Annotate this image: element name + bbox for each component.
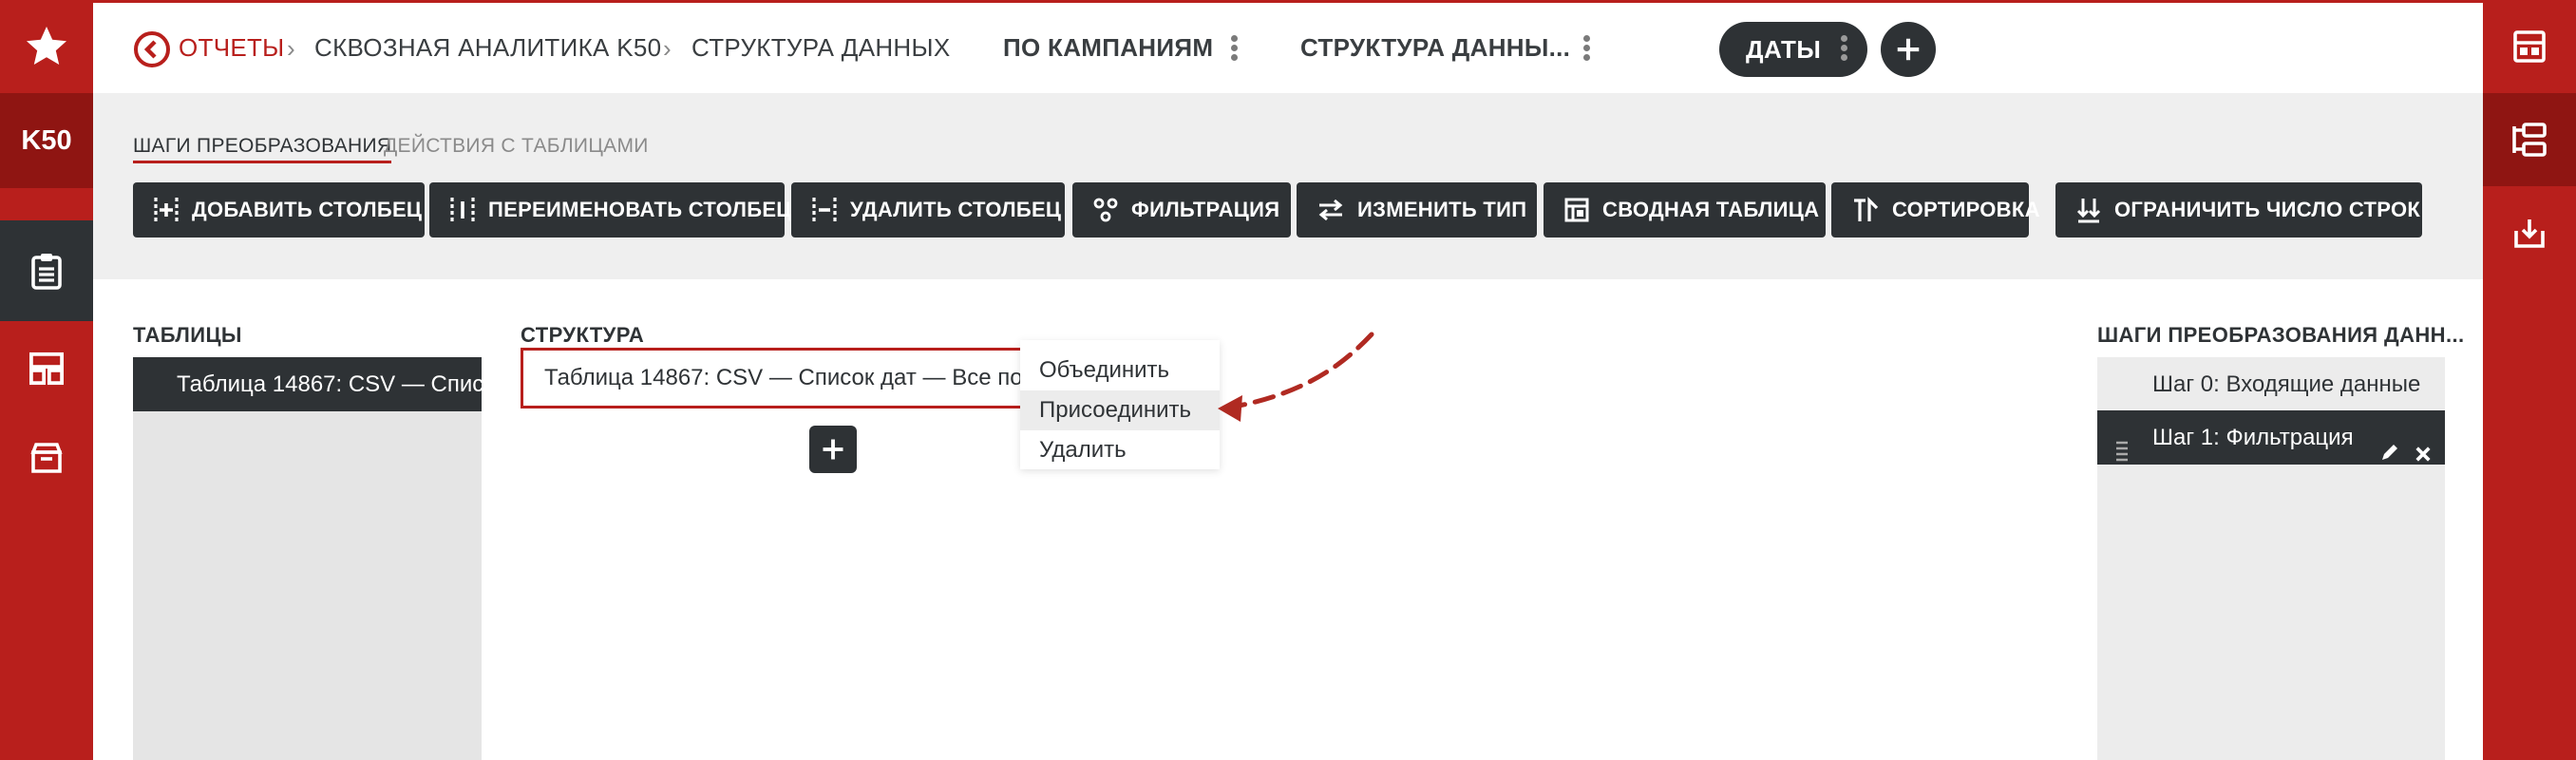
layout-icon (2513, 30, 2546, 63)
add-column-button[interactable]: ДОБАВИТЬ СТОЛБЕЦ (133, 182, 425, 238)
structure-title: СТРУКТУРА (521, 323, 645, 347)
step-row[interactable]: Шаг 0: Входящие данные (2097, 357, 2445, 411)
delete-column-icon (812, 198, 837, 222)
close-icon[interactable] (2415, 428, 2432, 483)
limit-rows-button[interactable]: ОГРАНИЧИТЬ ЧИСЛО СТРОК (2055, 182, 2422, 238)
left-sidebar: K50 (0, 0, 93, 760)
export-button[interactable] (2483, 186, 2576, 279)
data-structure-button[interactable] (2483, 93, 2576, 186)
steps-panel: Шаг 0: Входящие данные Шаг 1: Фильтрация (2097, 357, 2445, 760)
sort-button[interactable]: СОРТИРОВКА (1831, 182, 2039, 238)
drag-handle-icon[interactable] (2116, 428, 2128, 462)
add-tab-button[interactable] (1881, 22, 1936, 77)
nav-archive-button[interactable] (0, 410, 93, 505)
context-menu: Объединить Присоединить Удалить (1020, 340, 1220, 469)
brand-label: K50 (21, 124, 72, 156)
tables-panel: Таблица 14867: CSV — Спис... (133, 357, 482, 760)
step-row-selected[interactable]: Шаг 1: Фильтрация (2097, 410, 2445, 465)
tab-data-structure[interactable]: СТРУКТУРА ДАННЫ... (1300, 33, 1570, 62)
breadcrumb-item[interactable]: СКВОЗНАЯ АНАЛИТИКА K50 (314, 33, 661, 62)
download-icon (2514, 219, 2545, 248)
tab-dates[interactable]: ДАТЫ (1719, 22, 1867, 77)
menu-item-delete[interactable]: Удалить (1020, 430, 1220, 470)
tab-dates-label: ДАТЫ (1746, 35, 1822, 64)
tab-by-campaigns[interactable]: ПО КАМПАНИЯМ (1003, 33, 1213, 62)
tab-menu-icon[interactable] (1841, 35, 1848, 64)
breadcrumb-reports-link[interactable]: ОТЧЕТЫ (179, 33, 284, 62)
breadcrumb-chevron-icon: › (287, 34, 295, 63)
subtab-transform-steps[interactable]: ШАГИ ПРЕОБРАЗОВАНИЯ (133, 135, 392, 163)
right-sidebar (2483, 0, 2576, 760)
filter-icon (1093, 198, 1118, 222)
add-column-icon (154, 198, 179, 222)
plus-icon (1897, 38, 1920, 61)
tab-menu-icon[interactable] (1231, 35, 1239, 64)
delete-column-button[interactable]: УДАЛИТЬ СТОЛБЕЦ (791, 182, 1065, 238)
top-bar: ОТЧЕТЫ › СКВОЗНАЯ АНАЛИТИКА K50 › СТРУКТ… (93, 0, 2483, 93)
rename-column-button[interactable]: ПЕРЕИМЕНОВАТЬ СТОЛБЕЦ (429, 182, 791, 238)
filter-label: ФИЛЬТРАЦИЯ (1131, 198, 1280, 221)
edit-icon[interactable] (2380, 428, 2399, 482)
filter-button[interactable]: ФИЛЬТРАЦИЯ (1072, 182, 1291, 238)
transform-toolbar-area: ШАГИ ПРЕОБРАЗОВАНИЯ ДЕЙСТВИЯ С ТАБЛИЦАМИ… (93, 93, 2483, 279)
clipboard-icon (31, 254, 62, 290)
plus-icon (823, 439, 843, 460)
archive-icon (30, 443, 63, 473)
add-column-label: ДОБАВИТЬ СТОЛБЕЦ (192, 198, 423, 221)
structure-icon (2512, 123, 2547, 157)
change-type-button[interactable]: ИЗМЕНИТЬ ТИП (1297, 182, 1537, 238)
step-label: Шаг 1: Фильтрация (2152, 425, 2354, 450)
menu-item-join[interactable]: Присоединить (1020, 390, 1220, 430)
pivot-table-label: СВОДНАЯ ТАБЛИЦА (1602, 198, 1820, 221)
change-type-label: ИЗМЕНИТЬ ТИП (1357, 198, 1527, 221)
tab-menu-icon[interactable] (1583, 35, 1591, 64)
menu-item-merge[interactable]: Объединить (1020, 351, 1220, 390)
tables-title: ТАБЛИЦЫ (133, 323, 242, 347)
pivot-table-icon (1564, 198, 1589, 222)
limit-rows-icon (2076, 199, 2101, 223)
rename-column-label: ПЕРЕИМЕНОВАТЬ СТОЛБЕЦ (488, 198, 792, 221)
delete-column-label: УДАЛИТЬ СТОЛБЕЦ (850, 198, 1062, 221)
star-icon (27, 27, 66, 65)
limit-rows-label: ОГРАНИЧИТЬ ЧИСЛО СТРОК (2114, 198, 2421, 221)
brand-logo[interactable]: K50 (0, 93, 93, 188)
rename-column-icon (450, 198, 475, 222)
steps-title: ШАГИ ПРЕОБРАЗОВАНИЯ ДАНН... (2097, 323, 2465, 347)
dashboard-icon (29, 352, 64, 386)
layout-button[interactable] (2483, 0, 2576, 93)
table-list-item[interactable]: Таблица 14867: CSV — Спис... (133, 357, 482, 411)
nav-dashboards-button[interactable] (0, 321, 93, 416)
add-structure-button[interactable] (809, 426, 857, 473)
back-circle-icon (134, 31, 170, 67)
breadcrumb-chevron-icon: › (663, 34, 672, 63)
nav-reports-button[interactable] (0, 220, 93, 321)
breadcrumb-item[interactable]: СТРУКТУРА ДАННЫХ (691, 33, 950, 62)
pivot-table-button[interactable]: СВОДНАЯ ТАБЛИЦА (1544, 182, 1826, 238)
sort-icon (1854, 197, 1879, 221)
favorites-button[interactable] (0, 0, 93, 93)
subtab-table-actions[interactable]: ДЕЙСТВИЯ С ТАБЛИЦАМИ (384, 135, 649, 158)
change-type-icon (1318, 199, 1343, 221)
sort-label: СОРТИРОВКА (1892, 198, 2040, 221)
structure-table-card[interactable]: Таблица 14867: CSV — Список дат — Все по… (521, 348, 1041, 408)
back-button[interactable] (133, 30, 171, 73)
